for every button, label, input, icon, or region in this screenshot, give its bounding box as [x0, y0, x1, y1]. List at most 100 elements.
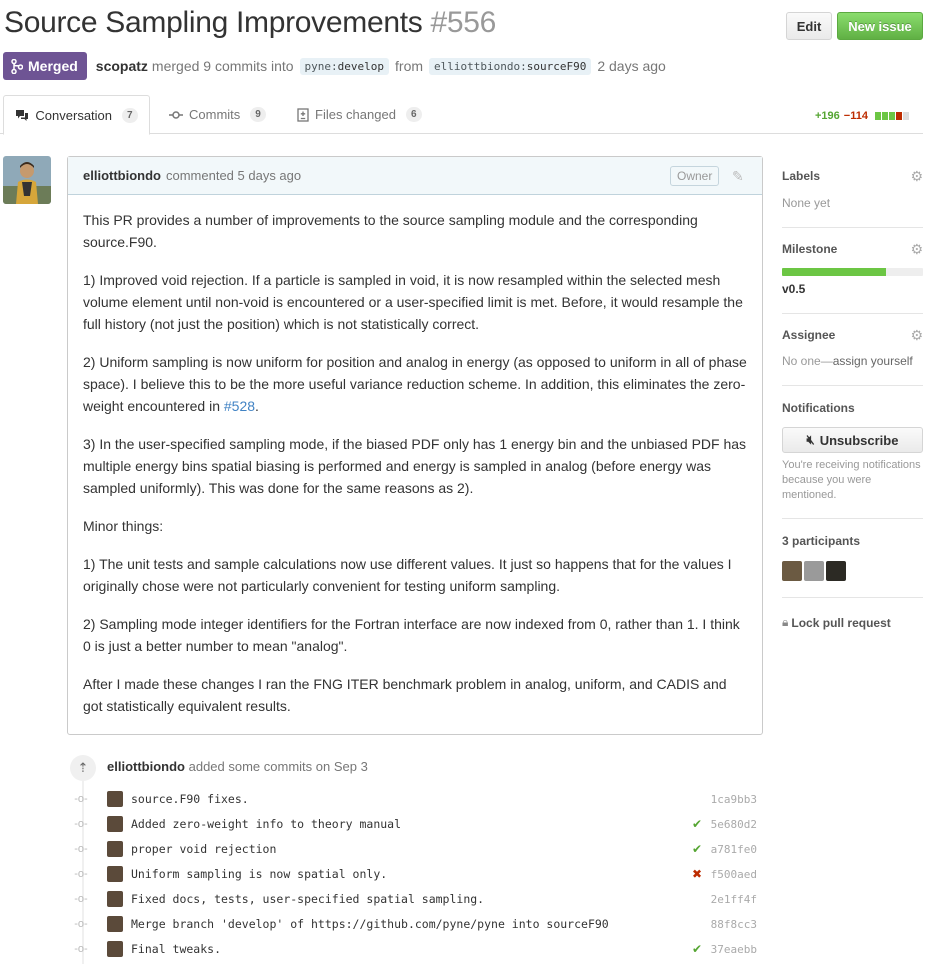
- comment-paragraph: 1) The unit tests and sample calculation…: [83, 556, 732, 594]
- commit-message[interactable]: Added zero-weight info to theory manual: [131, 817, 690, 831]
- status-badge: Merged: [3, 52, 87, 80]
- x-icon[interactable]: ✖: [690, 867, 704, 881]
- sidebar-milestone: Milestone ⚙ v0.5: [782, 241, 923, 296]
- commits-author[interactable]: elliottbiondo: [107, 759, 185, 774]
- commit-sha[interactable]: 88f8cc3: [709, 918, 757, 931]
- status-label: Merged: [28, 58, 78, 74]
- diffstat-block: [895, 112, 902, 120]
- commit-message[interactable]: Merge branch 'develop' of https://github…: [131, 917, 690, 931]
- milestone-value[interactable]: v0.5: [782, 282, 923, 296]
- commit-sha[interactable]: 37eaebb: [709, 943, 757, 956]
- commit-avatar[interactable]: [107, 841, 123, 857]
- participants-title: 3 participants: [782, 534, 861, 548]
- commit-row: -o- Added zero-weight info to theory man…: [74, 814, 757, 834]
- comment-author[interactable]: elliottbiondo: [83, 168, 161, 183]
- commit-avatar[interactable]: [107, 791, 123, 807]
- base-branch-ref[interactable]: pyne:develop: [299, 57, 390, 75]
- check-icon[interactable]: ✔: [690, 942, 704, 956]
- comment-body: This PR provides a number of improvement…: [68, 195, 762, 747]
- comment: elliottbiondo commented 5 days ago Owner…: [67, 156, 763, 735]
- commits-header-text: added some commits on Sep 3: [188, 759, 368, 774]
- comment-icon: [16, 109, 29, 121]
- diffstat-blocks: [874, 112, 909, 120]
- participant-avatar[interactable]: [826, 561, 846, 581]
- divider: [782, 385, 923, 386]
- comment-header: elliottbiondo commented 5 days ago Owner…: [68, 157, 762, 195]
- labels-gear-icon[interactable]: ⚙: [910, 168, 923, 185]
- unsubscribe-button[interactable]: 🔇︎ Unsubscribe: [782, 427, 923, 453]
- new-issue-button[interactable]: New issue: [837, 12, 923, 40]
- commit-sha[interactable]: a781fe0: [709, 843, 757, 856]
- divider: [782, 597, 923, 598]
- comment-paragraph: Minor things:: [83, 518, 164, 534]
- commit-avatar[interactable]: [107, 916, 123, 932]
- participant-avatar[interactable]: [782, 561, 802, 581]
- labels-title: Labels: [782, 169, 821, 183]
- commit-avatar[interactable]: [107, 866, 123, 882]
- lock-pull-request[interactable]: 🔒︎ Lock pull request: [782, 615, 923, 630]
- head-repo: elliottbiondo: [434, 59, 521, 73]
- tab-label: Files changed: [315, 107, 396, 122]
- sidebar-assignee: Assignee ⚙ No one—assign yourself: [782, 327, 923, 368]
- participant-avatar[interactable]: [804, 561, 824, 581]
- commit-dot-icon: -o-: [74, 818, 88, 830]
- commit-row: -o- Merge branch 'develop' of https://gi…: [74, 914, 757, 934]
- pencil-icon[interactable]: ✎: [732, 168, 744, 185]
- assignee-value: No one—assign yourself: [782, 354, 923, 368]
- commit-row: -o- Final tweaks. ✔ 37eaebb: [74, 939, 757, 959]
- commit-row: -o- Fixed docs, tests, user-specified sp…: [74, 889, 757, 909]
- diffstat[interactable]: +196 −114: [815, 110, 909, 122]
- comment-time[interactable]: commented 5 days ago: [166, 168, 301, 183]
- commit-message[interactable]: Final tweaks.: [131, 942, 690, 956]
- file-diff-icon: [297, 107, 309, 122]
- merger-link[interactable]: scopatz: [96, 58, 148, 74]
- commit-dot-icon: -o-: [74, 843, 88, 855]
- head-branch-ref[interactable]: elliottbiondo:sourceF90: [429, 57, 592, 75]
- milestone-gear-icon[interactable]: ⚙: [910, 241, 923, 258]
- commit-sha[interactable]: 2e1ff4f: [709, 893, 757, 906]
- commit-avatar[interactable]: [107, 816, 123, 832]
- assignee-gear-icon[interactable]: ⚙: [910, 327, 923, 344]
- commit-sha[interactable]: 5e680d2: [709, 818, 757, 831]
- assignee-title: Assignee: [782, 328, 836, 342]
- commit-dot-icon: -o-: [74, 943, 88, 955]
- diffstat-block: [881, 112, 888, 120]
- commit-icon: [169, 110, 183, 119]
- assignee-none: No one—: [782, 354, 833, 368]
- tab-counter: 9: [250, 107, 266, 122]
- edit-button[interactable]: Edit: [786, 12, 832, 40]
- check-icon[interactable]: ✔: [690, 817, 704, 831]
- commit-sha[interactable]: 1ca9bb3: [709, 793, 757, 806]
- diffstat-additions: +196: [815, 110, 840, 122]
- commit-message[interactable]: proper void rejection: [131, 842, 690, 856]
- commit-sha[interactable]: f500aed: [709, 868, 757, 881]
- comment-paragraph: 1) Improved void rejection. If a particl…: [83, 272, 743, 332]
- commit-avatar[interactable]: [107, 941, 123, 957]
- base-branch: develop: [337, 59, 385, 73]
- check-icon[interactable]: ✔: [690, 842, 704, 856]
- commit-message[interactable]: source.F90 fixes.: [131, 792, 690, 806]
- participant-avatars: [782, 561, 923, 581]
- comment-paragraph-text: 2) Uniform sampling is now uniform for p…: [83, 354, 747, 414]
- avatar[interactable]: [3, 156, 51, 204]
- commit-row: -o- Uniform sampling is now spatial only…: [74, 864, 757, 884]
- tab-commits[interactable]: Commits 9: [169, 95, 266, 134]
- commit-avatar[interactable]: [107, 891, 123, 907]
- commit-message[interactable]: Fixed docs, tests, user-specified spatia…: [131, 892, 690, 906]
- from-text: from: [395, 58, 424, 74]
- commit-message[interactable]: Uniform sampling is now spatial only.: [131, 867, 690, 881]
- commit-dot-icon: -o-: [74, 793, 88, 805]
- divider: [782, 313, 923, 314]
- commits-header: elliottbiondo added some commits on Sep …: [107, 759, 368, 774]
- pr-title: Source Sampling Improvements: [4, 6, 423, 39]
- commit-dot-icon: -o-: [74, 868, 88, 880]
- diffstat-deletions: −114: [843, 110, 868, 122]
- commit-row: -o- proper void rejection ✔ a781fe0: [74, 839, 757, 859]
- milestone-progress-fill: [782, 268, 887, 276]
- tab-conversation[interactable]: Conversation 7: [3, 95, 150, 135]
- comment-paragraph-suffix: .: [255, 398, 259, 414]
- assign-yourself-link[interactable]: assign yourself: [833, 354, 913, 368]
- tab-files-changed[interactable]: Files changed 6: [297, 95, 422, 134]
- comment-paragraph: After I made these changes I ran the FNG…: [83, 676, 727, 714]
- issue-link[interactable]: #528: [224, 398, 255, 414]
